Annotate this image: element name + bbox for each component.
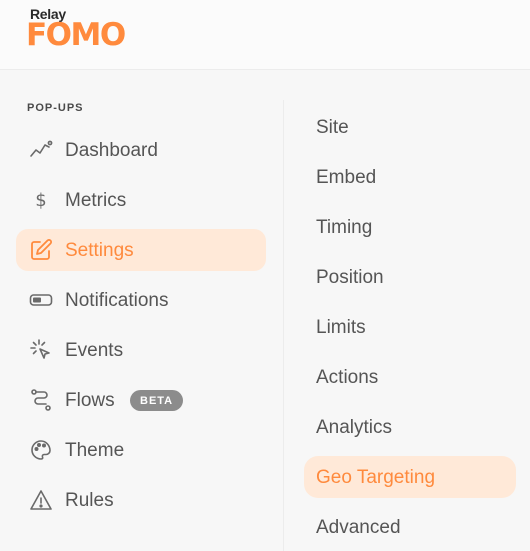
trend-line-icon (28, 138, 54, 162)
sidebar-item-label: Events (65, 340, 124, 361)
submenu-item-label: Position (316, 267, 384, 288)
sidebar-item-metrics[interactable]: $ Metrics (16, 179, 266, 221)
settings-submenu: Site Embed Timing Position Limits Action… (284, 70, 530, 551)
submenu-item-limits[interactable]: Limits (304, 306, 516, 348)
section-title: POP-UPS (27, 102, 84, 114)
sidebar-item-rules[interactable]: Rules (16, 479, 266, 521)
sidebar-item-label: Metrics (65, 190, 127, 211)
submenu-item-actions[interactable]: Actions (304, 356, 516, 398)
toggle-icon (28, 288, 54, 312)
sidebar-item-label: Notifications (65, 290, 169, 311)
submenu-item-site[interactable]: Site (304, 106, 516, 148)
submenu-item-label: Analytics (316, 417, 393, 438)
sidebar-item-settings[interactable]: Settings (16, 229, 266, 271)
submenu-item-advanced[interactable]: Advanced (304, 506, 516, 548)
beta-badge: BETA (130, 390, 184, 411)
app: Relay FOMO POP-UPS Dashboard $ Metrics S… (0, 0, 530, 551)
svg-text:$: $ (35, 190, 46, 211)
submenu-item-geo-targeting[interactable]: Geo Targeting (304, 456, 516, 498)
submenu-item-label: Timing (316, 217, 373, 238)
sidebar-item-events[interactable]: Events (16, 329, 266, 371)
sidebar-item-label: Rules (65, 490, 114, 511)
sparkle-cursor-icon (28, 338, 54, 362)
submenu-item-label: Advanced (316, 517, 401, 538)
warning-icon (28, 488, 54, 512)
submenu-item-label: Actions (316, 367, 379, 388)
sidebar-item-label: Theme (65, 440, 125, 461)
sidebar-item-label: Dashboard (65, 140, 158, 161)
dollar-icon: $ (28, 188, 54, 212)
header: Relay FOMO (0, 0, 530, 70)
sidebar-item-flows[interactable]: Flows BETA (16, 379, 266, 421)
submenu-item-label: Limits (316, 317, 366, 338)
flow-icon (28, 388, 54, 412)
submenu-item-timing[interactable]: Timing (304, 206, 516, 248)
sidebar-item-theme[interactable]: Theme (16, 429, 266, 471)
edit-icon (28, 238, 54, 262)
submenu-item-analytics[interactable]: Analytics (304, 406, 516, 448)
submenu-item-label: Embed (316, 167, 377, 188)
logo-fomo-text: FOMO (26, 17, 126, 53)
sidebar-item-dashboard[interactable]: Dashboard (16, 129, 266, 171)
submenu-item-embed[interactable]: Embed (304, 156, 516, 198)
submenu-item-label: Geo Targeting (316, 467, 436, 488)
sidebar-item-notifications[interactable]: Notifications (16, 279, 266, 321)
sidebar: POP-UPS Dashboard $ Metrics Settings Not… (0, 70, 284, 551)
submenu-item-label: Site (316, 117, 349, 138)
sidebar-item-label: Settings (65, 240, 134, 261)
palette-icon (28, 438, 54, 462)
sidebar-item-label: Flows (65, 390, 115, 411)
submenu-item-position[interactable]: Position (304, 256, 516, 298)
